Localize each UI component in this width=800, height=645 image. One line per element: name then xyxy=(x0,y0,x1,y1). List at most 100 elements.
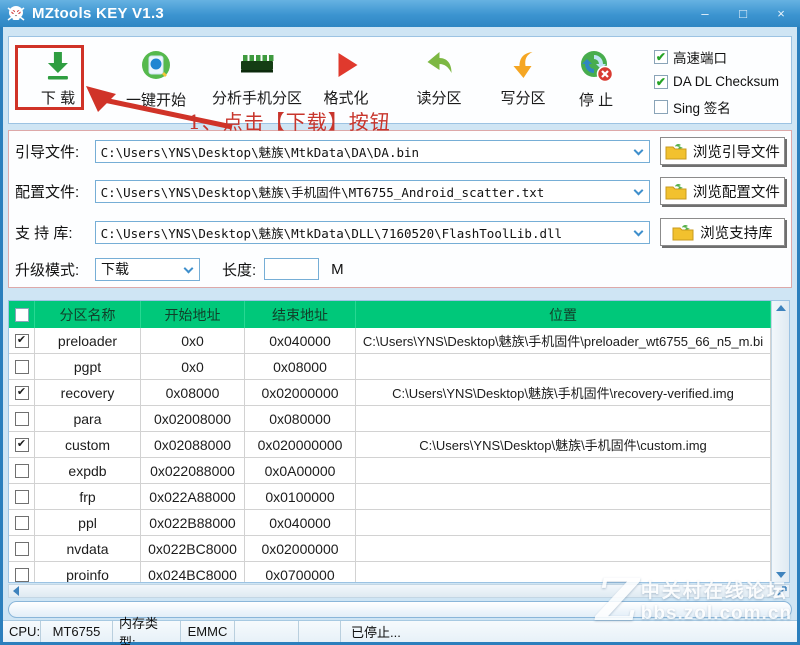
cell-partition-name: recovery xyxy=(35,380,141,405)
browse-boot-file-button[interactable]: 浏览引导文件 xyxy=(660,137,785,165)
row-checkbox[interactable] xyxy=(15,464,29,478)
row-checkbox-cell[interactable] xyxy=(9,380,35,405)
cell-location xyxy=(356,458,771,483)
cell-start-address: 0x02008000 xyxy=(141,406,245,431)
read-partition-button[interactable]: 读分区 xyxy=(416,48,461,108)
option-sign[interactable]: Sing 签名 xyxy=(654,94,779,119)
length-input[interactable] xyxy=(264,258,319,280)
row-checkbox[interactable] xyxy=(15,334,29,348)
table-row-para[interactable]: para 0x02008000 0x080000 xyxy=(9,406,771,432)
upgrade-mode-label: 升级模式: xyxy=(15,259,95,280)
select-all-checkbox[interactable] xyxy=(15,308,29,322)
row-checkbox[interactable] xyxy=(15,412,29,426)
cell-start-address: 0x022A88000 xyxy=(141,484,245,509)
stop-button[interactable]: 停 止 xyxy=(577,48,615,110)
analyze-partitions-button[interactable]: 分析手机分区 xyxy=(212,48,302,108)
table-row-proinfo[interactable]: proinfo 0x024BC8000 0x0700000 xyxy=(9,562,771,583)
cell-end-address: 0x040000 xyxy=(245,328,356,353)
one-key-start-icon xyxy=(138,48,174,84)
option-label: DA DL Checksum xyxy=(673,74,779,89)
row-checkbox[interactable] xyxy=(15,542,29,556)
table-row-recovery[interactable]: recovery 0x08000 0x02000000 C:\Users\YNS… xyxy=(9,380,771,406)
cell-start-address: 0x024BC8000 xyxy=(141,562,245,583)
checkbox[interactable] xyxy=(654,100,668,114)
title-bar[interactable]: MZtools KEY V1.3 – □ × xyxy=(0,0,800,27)
row-checkbox-cell[interactable] xyxy=(9,432,35,457)
upgrade-mode-value: 下载 xyxy=(101,259,129,279)
cell-location xyxy=(356,536,771,561)
row-checkbox[interactable] xyxy=(15,438,29,452)
cell-end-address: 0x08000 xyxy=(245,354,356,379)
table-row-expdb[interactable]: expdb 0x022088000 0x0A00000 xyxy=(9,458,771,484)
close-button[interactable]: × xyxy=(762,0,800,27)
row-checkbox-cell[interactable] xyxy=(9,328,35,353)
scroll-left-icon[interactable] xyxy=(13,586,19,596)
table-row-frp[interactable]: frp 0x022A88000 0x0100000 xyxy=(9,484,771,510)
cell-partition-name: custom xyxy=(35,432,141,457)
one-key-start-button[interactable]: 一键开始 xyxy=(126,48,186,110)
header-select-all[interactable] xyxy=(9,301,35,328)
status-empty-segment xyxy=(235,621,299,642)
boot-file-combobox[interactable]: C:\Users\YNS\Desktop\魅族\MtkData\DA\DA.bi… xyxy=(95,140,650,163)
browse-support-lib-button[interactable]: 浏览支持库 xyxy=(660,218,785,246)
table-row-preloader[interactable]: preloader 0x0 0x040000 C:\Users\YNS\Desk… xyxy=(9,328,771,354)
scroll-up-icon[interactable] xyxy=(776,305,786,311)
cell-start-address: 0x022B88000 xyxy=(141,510,245,535)
support-lib-row: 支 持 库: C:\Users\YNS\Desktop\魅族\MtkData\D… xyxy=(15,218,785,246)
row-checkbox[interactable] xyxy=(15,490,29,504)
row-checkbox-cell[interactable] xyxy=(9,406,35,431)
row-checkbox[interactable] xyxy=(15,360,29,374)
folder-icon xyxy=(672,224,694,241)
chevron-down-icon[interactable] xyxy=(633,185,643,195)
row-checkbox-cell[interactable] xyxy=(9,484,35,509)
row-checkbox[interactable] xyxy=(15,516,29,530)
browse-boot-file-label: 浏览引导文件 xyxy=(693,141,780,162)
download-button[interactable]: 下 载 xyxy=(41,48,75,108)
memory-type-label: 内存类型: xyxy=(113,621,181,642)
option-high-speed-port[interactable]: 高速端口 xyxy=(654,44,779,69)
cell-end-address: 0x080000 xyxy=(245,406,356,431)
chevron-down-icon[interactable] xyxy=(633,145,643,155)
browse-scatter-file-button[interactable]: 浏览配置文件 xyxy=(660,177,785,205)
app-skull-icon xyxy=(6,4,26,24)
download-icon xyxy=(41,48,75,82)
scatter-file-combobox[interactable]: C:\Users\YNS\Desktop\魅族\手机固件\MT6755_Andr… xyxy=(95,180,650,203)
cell-start-address: 0x022BC8000 xyxy=(141,536,245,561)
scrollbar-corner[interactable] xyxy=(774,584,790,598)
write-partition-button[interactable]: 写分区 xyxy=(500,48,545,108)
table-row-pgpt[interactable]: pgpt 0x0 0x08000 xyxy=(9,354,771,380)
file-config-panel: 引导文件: C:\Users\YNS\Desktop\魅族\MtkData\DA… xyxy=(8,130,792,288)
checkbox[interactable] xyxy=(654,75,668,89)
table-row-nvdata[interactable]: nvdata 0x022BC8000 0x02000000 xyxy=(9,536,771,562)
support-lib-combobox[interactable]: C:\Users\YNS\Desktop\魅族\MtkData\DLL\7160… xyxy=(95,221,650,244)
header-start-address: 开始地址 xyxy=(141,301,245,328)
maximize-button[interactable]: □ xyxy=(724,0,762,27)
table-row-custom[interactable]: custom 0x02088000 0x020000000 C:\Users\Y… xyxy=(9,432,771,458)
status-empty-segment xyxy=(299,621,341,642)
cell-end-address: 0x02000000 xyxy=(245,536,356,561)
row-checkbox-cell[interactable] xyxy=(9,354,35,379)
row-checkbox[interactable] xyxy=(15,568,29,582)
cell-location xyxy=(356,510,771,535)
scroll-down-icon[interactable] xyxy=(776,572,786,578)
option-da-dl-checksum[interactable]: DA DL Checksum xyxy=(654,69,779,94)
format-button[interactable]: 格式化 xyxy=(323,48,368,108)
chevron-down-icon[interactable] xyxy=(184,263,194,273)
row-checkbox-cell[interactable] xyxy=(9,458,35,483)
cell-partition-name: para xyxy=(35,406,141,431)
table-row-ppl[interactable]: ppl 0x022B88000 0x040000 xyxy=(9,510,771,536)
horizontal-scrollbar[interactable] xyxy=(8,584,774,598)
window-title: MZtools KEY V1.3 xyxy=(32,5,164,22)
row-checkbox[interactable] xyxy=(15,386,29,400)
cell-location: C:\Users\YNS\Desktop\魅族\手机固件\recovery-ve… xyxy=(356,380,771,405)
cell-end-address: 0x020000000 xyxy=(245,432,356,457)
upgrade-mode-combobox[interactable]: 下载 xyxy=(95,258,200,281)
row-checkbox-cell[interactable] xyxy=(9,562,35,583)
vertical-scrollbar[interactable] xyxy=(771,301,789,582)
checkbox[interactable] xyxy=(654,50,668,64)
row-checkbox-cell[interactable] xyxy=(9,510,35,535)
cell-location xyxy=(356,406,771,431)
chevron-down-icon[interactable] xyxy=(633,226,643,236)
minimize-button[interactable]: – xyxy=(686,0,724,27)
row-checkbox-cell[interactable] xyxy=(9,536,35,561)
